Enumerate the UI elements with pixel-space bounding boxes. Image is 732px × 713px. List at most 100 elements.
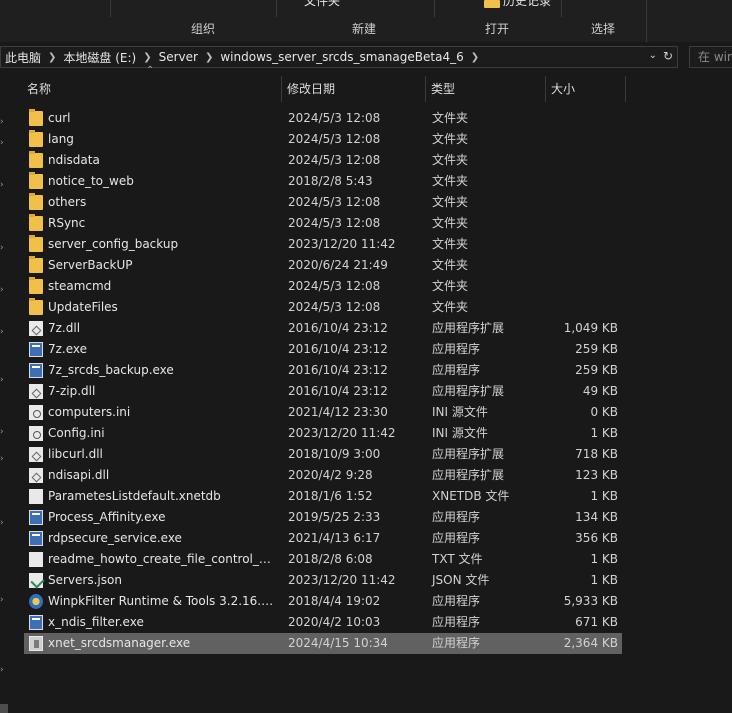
ribbon-history-label[interactable]: 历史记录 <box>503 0 551 9</box>
file-row[interactable]: steamcmd 2024/5/3 12:08 文件夹 <box>24 276 622 297</box>
chevron-down-icon[interactable]: ⌄ <box>649 50 657 61</box>
file-row[interactable]: Config.ini 2023/12/20 11:42 INI 源文件 1 KB <box>24 423 622 444</box>
file-row[interactable]: lang 2024/5/3 12:08 文件夹 <box>24 129 622 150</box>
ribbon-group-labels: 组织 新建 打开 选择 <box>0 17 732 42</box>
column-name[interactable]: 名称 <box>22 74 282 104</box>
file-name: rdpsecure_service.exe <box>48 531 182 545</box>
breadcrumb-this-pc[interactable]: 此电脑 <box>1 49 45 66</box>
file-name: Servers.json <box>48 573 122 587</box>
file-row[interactable]: server_config_backup 2023/12/20 11:42 文件夹 <box>24 234 622 255</box>
file-row[interactable]: 7-zip.dll 2016/10/4 23:12 应用程序扩展 49 KB <box>24 381 622 402</box>
exe-icon <box>29 615 43 630</box>
file-name: 7z.dll <box>48 321 81 335</box>
file-type: 应用程序扩展 <box>432 468 505 482</box>
file-date: 2020/6/24 21:49 <box>288 258 388 272</box>
file-row[interactable]: curl 2024/5/3 12:08 文件夹 <box>24 108 622 129</box>
file-date: 2016/10/4 23:12 <box>288 384 388 398</box>
file-row[interactable]: x_ndis_filter.exe 2020/4/2 10:03 应用程序 671 K… <box>24 612 622 633</box>
file-name: ParametesListdefault.xnetdb <box>48 489 221 503</box>
chevron-right-icon[interactable]: ❯ <box>468 52 482 63</box>
column-size-label: 大小 <box>551 82 576 96</box>
expand-arrow-icon[interactable]: › <box>0 285 4 295</box>
column-divider[interactable] <box>625 76 626 102</box>
file-name: Process_Affinity.exe <box>48 510 166 524</box>
ribbon-divider <box>110 0 111 17</box>
file-row[interactable]: libcurl.dll 2018/10/9 3:00 应用程序扩展 718 KB <box>24 444 622 465</box>
file-row[interactable]: 7z.dll 2016/10/4 23:12 应用程序扩展 1,049 KB <box>24 318 622 339</box>
history-icon[interactable] <box>484 0 500 8</box>
file-row[interactable]: computers.ini 2021/4/12 23:30 INI 源文件 0 KB <box>24 402 622 423</box>
file-size: 259 KB <box>575 363 618 377</box>
folder-icon <box>29 298 43 315</box>
expand-arrow-icon[interactable]: › <box>0 138 4 148</box>
file-date: 2018/10/9 3:00 <box>288 447 381 461</box>
refresh-icon[interactable]: ↻ <box>663 49 673 63</box>
file-size: 259 KB <box>575 342 618 356</box>
ribbon-divider <box>276 0 277 17</box>
file-type: 应用程序 <box>432 342 481 356</box>
file-type: 应用程序 <box>432 594 481 608</box>
file-row[interactable]: WinpkFilter Runtime & Tools 3.2.16.1... 2… <box>24 591 622 612</box>
expand-arrow-icon[interactable]: › <box>0 595 4 605</box>
search-input[interactable]: 在 windows_server_srcds_smanageBeta4_6 中搜… <box>689 46 732 68</box>
breadcrumb-drive-e[interactable]: 本地磁盘 (E:) <box>59 49 140 66</box>
expand-arrow-icon[interactable]: › <box>0 117 4 127</box>
address-bar[interactable]: 此电脑 ❯ 本地磁盘 (E:) ❯ Server ❯ windows_serve… <box>0 46 678 68</box>
file-type: 应用程序 <box>432 615 481 629</box>
expand-arrow-icon[interactable]: › <box>0 518 4 528</box>
file-row[interactable]: ndisdata 2024/5/3 12:08 文件夹 <box>24 150 622 171</box>
file-row[interactable]: rdpsecure_service.exe 2021/4/13 6:17 应用程序 3… <box>24 528 622 549</box>
column-size[interactable]: 大小 <box>546 74 626 104</box>
dll-icon <box>29 384 43 399</box>
file-row[interactable]: Servers.json 2023/12/20 11:42 JSON 文件 1 KB <box>24 570 622 591</box>
file-row[interactable]: ParametesListdefault.xnetdb 2018/1/6 1:52… <box>24 486 622 507</box>
folder-icon <box>29 193 43 210</box>
file-row[interactable]: notice_to_web 2018/2/8 5:43 文件夹 <box>24 171 622 192</box>
expand-arrow-icon[interactable]: › <box>0 665 4 675</box>
expand-arrow-icon[interactable]: › <box>0 375 4 385</box>
breadcrumb-current-folder[interactable]: windows_server_srcds_smanageBeta4_6 <box>216 50 467 64</box>
file-row[interactable]: others 2024/5/3 12:08 文件夹 <box>24 192 622 213</box>
file-date: 2023/12/20 11:42 <box>288 237 396 251</box>
file-row[interactable]: 7z_srcds_backup.exe 2016/10/4 23:12 应用程序 25… <box>24 360 622 381</box>
file-row[interactable]: RSync 2024/5/3 12:08 文件夹 <box>24 213 622 234</box>
file-name: lang <box>48 132 74 146</box>
file-row[interactable]: readme_howto_create_file_control_se... 20… <box>24 549 622 570</box>
folder-icon <box>29 256 43 273</box>
file-icon <box>29 489 43 504</box>
expand-arrow-icon[interactable]: › <box>0 243 4 253</box>
column-date[interactable]: 修改日期 <box>282 74 426 104</box>
expand-arrow-icon[interactable]: › <box>0 427 4 437</box>
breadcrumb-server[interactable]: Server <box>155 50 202 64</box>
nav-selected-item[interactable] <box>0 704 8 713</box>
file-type: 应用程序 <box>432 510 481 524</box>
column-type[interactable]: 类型 <box>426 74 546 104</box>
ribbon-new-folder-label[interactable]: 文件夹 <box>304 0 340 9</box>
expand-arrow-icon[interactable]: › <box>0 454 4 464</box>
exe-icon <box>29 531 43 546</box>
expand-arrow-icon[interactable]: › <box>0 327 4 337</box>
folder-icon <box>29 109 43 126</box>
expand-arrow-icon[interactable]: › <box>0 180 4 190</box>
file-row[interactable]: ServerBackUP 2020/6/24 21:49 文件夹 <box>24 255 622 276</box>
chevron-right-icon[interactable]: ❯ <box>202 52 216 63</box>
file-row[interactable]: Process_Affinity.exe 2019/5/25 2:33 应用程序 13… <box>24 507 622 528</box>
file-size: 1 KB <box>590 552 618 566</box>
file-size: 0 KB <box>590 405 618 419</box>
file-type: 应用程序扩展 <box>432 384 505 398</box>
navigation-pane: › › › › › › › › › › › › <box>0 71 10 713</box>
chevron-right-icon[interactable]: ❯ <box>140 52 154 63</box>
dll-icon <box>29 321 43 336</box>
exe-icon <box>29 342 43 357</box>
chevron-right-icon[interactable]: ❯ <box>45 52 59 63</box>
file-name: others <box>48 195 87 209</box>
file-date: 2018/2/8 6:08 <box>288 552 373 566</box>
file-size: 2,364 KB <box>563 636 618 650</box>
file-date: 2024/5/3 12:08 <box>288 153 381 167</box>
file-row[interactable]: UpdateFiles 2024/5/3 12:08 文件夹 <box>24 297 622 318</box>
file-name: computers.ini <box>48 405 131 419</box>
file-row[interactable]: 7z.exe 2016/10/4 23:12 应用程序 259 KB <box>24 339 622 360</box>
file-row[interactable]: xnet_srcdsmanager.exe 2024/4/15 10:34 应用程序… <box>24 633 622 654</box>
file-row[interactable]: ndisapi.dll 2020/4/2 9:28 应用程序扩展 123 KB <box>24 465 622 486</box>
file-size: 5,933 KB <box>563 594 618 608</box>
